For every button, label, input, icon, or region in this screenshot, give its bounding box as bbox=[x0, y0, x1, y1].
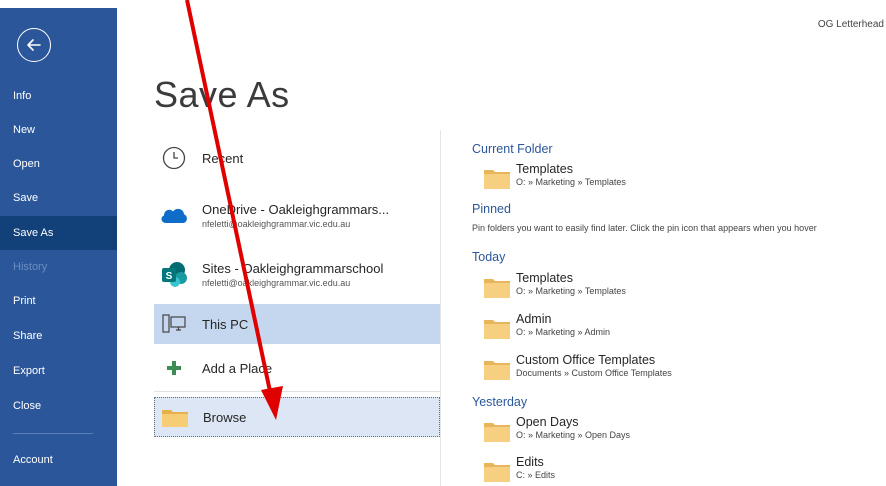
nav-close[interactable]: Close bbox=[0, 389, 117, 423]
location-name: Browse bbox=[203, 409, 247, 425]
location-name: OneDrive - Oakleighgrammars... bbox=[202, 201, 390, 217]
nav-label: Open bbox=[13, 158, 40, 170]
folder-name: Admin bbox=[516, 312, 552, 326]
folder-item[interactable]: Edits C: » Edits bbox=[484, 455, 555, 483]
folder-item[interactable]: Admin O: » Marketing » Admin bbox=[484, 312, 610, 340]
back-arrow-icon bbox=[27, 39, 41, 51]
backstage-sidebar: Info New Open Save Save As History Print… bbox=[0, 0, 117, 486]
plus-icon bbox=[158, 352, 190, 384]
nav-print[interactable]: Print bbox=[0, 284, 117, 318]
location-name: Sites - Oakleighgrammarschool bbox=[202, 260, 384, 276]
nav-label: Export bbox=[13, 365, 45, 377]
folder-item[interactable]: Templates O: » Marketing » Templates bbox=[484, 162, 626, 190]
section-pinned: Pinned bbox=[472, 202, 511, 216]
nav-label: Share bbox=[13, 330, 43, 342]
section-current-folder: Current Folder bbox=[472, 142, 553, 156]
page-title: Save As bbox=[154, 74, 290, 115]
section-yesterday: Yesterday bbox=[472, 395, 528, 409]
nav-save-as[interactable]: Save As bbox=[0, 216, 117, 250]
nav-open[interactable]: Open bbox=[0, 147, 117, 181]
location-recent[interactable]: Recent bbox=[154, 138, 440, 178]
folder-icon bbox=[484, 279, 510, 298]
folder-icon bbox=[484, 463, 510, 482]
folder-path: C: » Edits bbox=[516, 470, 556, 480]
location-browse[interactable]: Browse bbox=[154, 397, 440, 437]
location-this-pc[interactable]: This PC bbox=[154, 304, 440, 344]
onedrive-icon bbox=[158, 199, 190, 231]
location-name: Add a Place bbox=[202, 360, 273, 376]
folder-item[interactable]: Open Days O: » Marketing » Open Days bbox=[484, 415, 630, 443]
nav-label: Info bbox=[13, 90, 32, 102]
nav-label: Close bbox=[13, 400, 42, 412]
nav-new[interactable]: New bbox=[0, 113, 117, 147]
nav-label: New bbox=[13, 124, 36, 136]
nav-label: History bbox=[13, 261, 48, 273]
folder-icon bbox=[159, 401, 191, 433]
nav-divider bbox=[13, 433, 93, 434]
nav-account[interactable]: Account bbox=[0, 443, 117, 477]
nav-info[interactable]: Info bbox=[0, 79, 117, 113]
nav-label: Print bbox=[13, 295, 36, 307]
nav-history: History bbox=[0, 250, 117, 284]
computer-icon bbox=[158, 308, 190, 340]
folder-icon bbox=[484, 423, 510, 442]
folder-path: O: » Marketing » Open Days bbox=[516, 430, 631, 440]
folder-item[interactable]: Templates O: » Marketing » Templates bbox=[484, 271, 626, 299]
location-onedrive[interactable]: OneDrive - Oakleighgrammars... nfeletti@… bbox=[154, 193, 440, 237]
folder-name: Edits bbox=[516, 455, 544, 469]
clock-icon bbox=[158, 142, 190, 174]
nav-label: Account bbox=[13, 454, 53, 466]
folder-name: Open Days bbox=[516, 415, 579, 429]
folder-path: O: » Marketing » Templates bbox=[516, 286, 626, 296]
folder-icon bbox=[484, 320, 510, 339]
location-name: This PC bbox=[202, 316, 249, 332]
folder-name: Templates bbox=[516, 162, 573, 176]
nav-label: Save bbox=[13, 192, 39, 204]
pinned-hint: Pin folders you want to easily find late… bbox=[472, 223, 817, 233]
location-name: Recent bbox=[202, 150, 244, 166]
annotation-arrow bbox=[185, 0, 283, 420]
folder-icon bbox=[484, 170, 510, 189]
sharepoint-icon: S bbox=[158, 258, 190, 290]
section-today: Today bbox=[472, 250, 506, 264]
svg-text:S: S bbox=[166, 271, 173, 282]
nav-export[interactable]: Export bbox=[0, 354, 117, 388]
folder-path: Documents » Custom Office Templates bbox=[516, 368, 672, 378]
nav-save[interactable]: Save bbox=[0, 181, 117, 215]
sidebar-top-gap bbox=[0, 0, 117, 8]
column-divider bbox=[440, 130, 441, 486]
document-title: OG Letterhead bbox=[817, 19, 884, 30]
nav-share[interactable]: Share bbox=[0, 319, 117, 353]
folder-path: O: » Marketing » Admin bbox=[516, 327, 611, 337]
location-account: nfeletti@oakleighgrammar.vic.edu.au bbox=[202, 218, 351, 229]
location-add-a-place[interactable]: Add a Place bbox=[154, 348, 440, 388]
folder-path: O: » Marketing » Templates bbox=[516, 177, 626, 187]
folder-name: Custom Office Templates bbox=[516, 353, 656, 367]
folder-icon bbox=[484, 361, 510, 380]
location-account: nfeletti@oakleighgrammar.vic.edu.au bbox=[202, 277, 351, 288]
locations-divider bbox=[154, 391, 440, 392]
folder-item[interactable]: Custom Office Templates Documents » Custo… bbox=[484, 353, 672, 381]
folder-name: Templates bbox=[516, 271, 573, 285]
nav-label: Save As bbox=[13, 227, 54, 239]
back-button[interactable] bbox=[17, 28, 51, 62]
location-sharepoint-sites[interactable]: S Sites - Oakleighgrammarschool nfeletti… bbox=[154, 252, 440, 296]
